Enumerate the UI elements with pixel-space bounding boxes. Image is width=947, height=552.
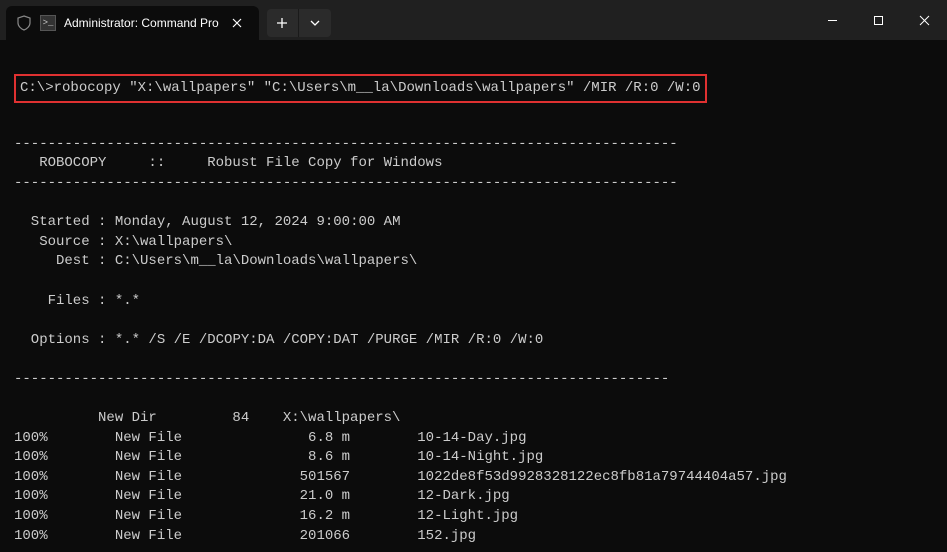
dest-line: Dest : C:\Users\m__la\Downloads\wallpape… — [14, 253, 417, 269]
window-controls — [809, 0, 947, 40]
command-prompt-icon: >_ — [40, 15, 56, 31]
chevron-down-icon — [310, 20, 320, 26]
robocopy-header: ROBOCOPY :: Robust File Copy for Windows — [14, 155, 442, 171]
dir-line: New Dir 84 X:\wallpapers\ — [14, 410, 400, 426]
close-tab-button[interactable] — [227, 13, 247, 33]
tab-actions — [267, 0, 331, 40]
terminal-output[interactable]: C:\>robocopy "X:\wallpapers" "C:\Users\m… — [0, 40, 947, 552]
started-line: Started : Monday, August 12, 2024 9:00:0… — [14, 214, 400, 230]
command-highlight: C:\>robocopy "X:\wallpapers" "C:\Users\m… — [14, 74, 707, 104]
close-icon — [232, 18, 242, 28]
title-bar: >_ Administrator: Command Pro — [0, 0, 947, 40]
shield-icon — [16, 15, 32, 31]
source-line: Source : X:\wallpapers\ — [14, 234, 232, 250]
new-tab-button[interactable] — [267, 9, 299, 37]
minimize-button[interactable] — [809, 0, 855, 40]
file-line: 100% New File 501567 1022de8f53d99283281… — [14, 469, 787, 485]
close-icon — [919, 15, 930, 26]
command-text: robocopy "X:\wallpapers" "C:\Users\m__la… — [54, 80, 701, 96]
plus-icon — [276, 17, 288, 29]
prompt: C:\> — [20, 80, 54, 96]
tab-dropdown-button[interactable] — [299, 9, 331, 37]
options-line: Options : *.* /S /E /DCOPY:DA /COPY:DAT … — [14, 332, 543, 348]
files-line: Files : *.* — [14, 293, 140, 309]
separator: ----------------------------------------… — [14, 371, 669, 387]
maximize-icon — [873, 15, 884, 26]
file-line: 100% New File 6.8 m 10-14-Day.jpg — [14, 430, 526, 446]
file-line: 100% New File 16.2 m 12-Light.jpg — [14, 508, 518, 524]
separator: ----------------------------------------… — [14, 175, 678, 191]
maximize-button[interactable] — [855, 0, 901, 40]
file-line: 100% New File 201066 152.jpg — [14, 528, 476, 544]
minimize-icon — [827, 15, 838, 26]
robocopy-output: ----------------------------------------… — [14, 115, 941, 546]
active-tab[interactable]: >_ Administrator: Command Pro — [6, 6, 259, 40]
separator: ----------------------------------------… — [14, 136, 678, 152]
tab-title: Administrator: Command Pro — [64, 16, 219, 30]
file-line: 100% New File 21.0 m 12-Dark.jpg — [14, 488, 510, 504]
file-line: 100% New File 8.6 m 10-14-Night.jpg — [14, 449, 543, 465]
close-window-button[interactable] — [901, 0, 947, 40]
